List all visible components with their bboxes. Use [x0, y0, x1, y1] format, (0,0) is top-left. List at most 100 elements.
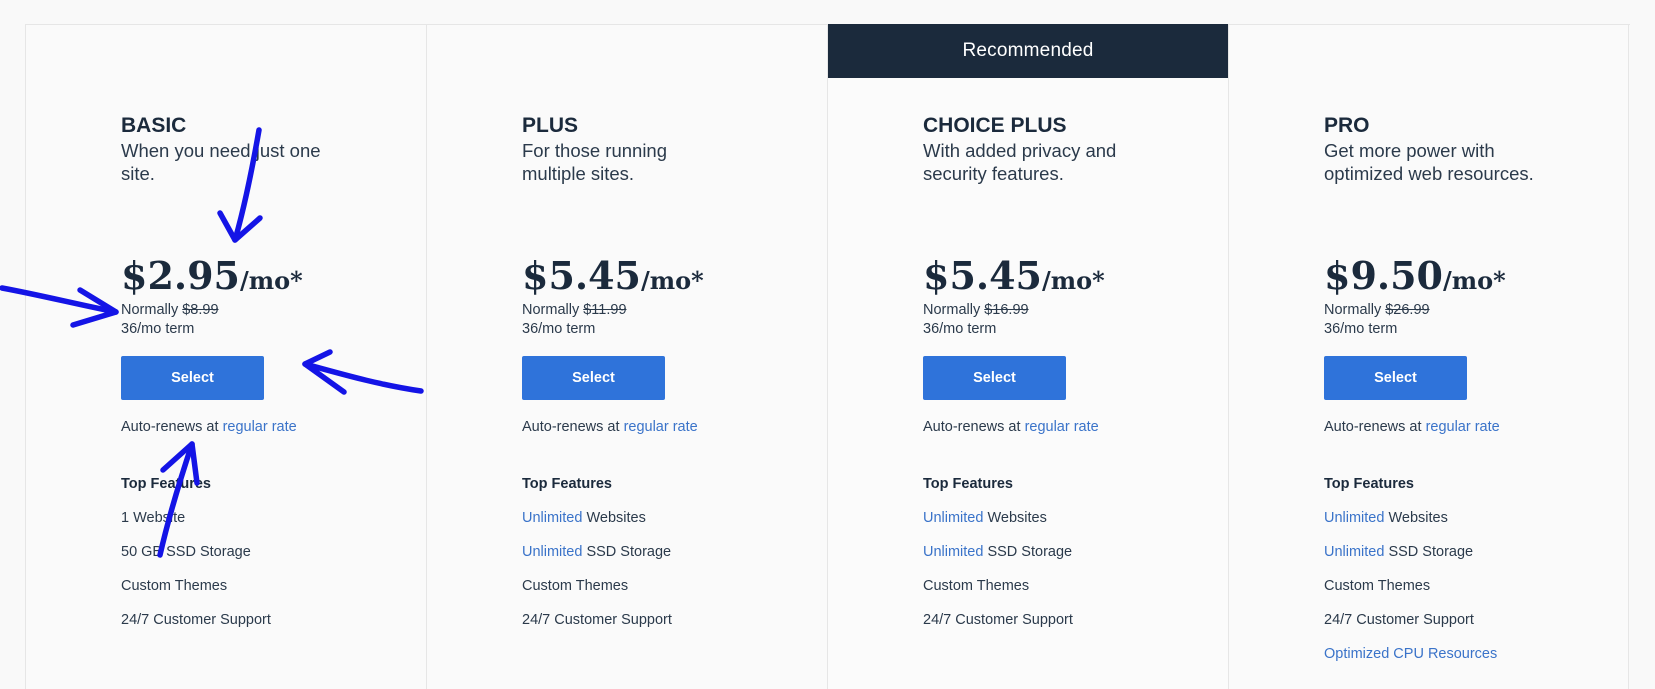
- feature-highlight: Unlimited: [522, 544, 583, 560]
- feature-item: Unlimited Websites: [1324, 508, 1624, 528]
- features-title: Top Features: [923, 476, 1013, 492]
- feature-item: Unlimited SSD Storage: [522, 542, 822, 562]
- normally-price: $16.99: [984, 302, 1029, 318]
- autorenew-text: Auto-renews at: [522, 419, 620, 435]
- normally-label: Normally: [121, 302, 179, 318]
- feature-highlight: Unlimited: [522, 510, 583, 526]
- term-length: 36/mo term: [522, 321, 596, 337]
- plan-price: $9.50/mo*: [1324, 253, 1624, 299]
- term-length: 36/mo term: [121, 321, 195, 337]
- feature-list: Unlimited Websites Unlimited SSD Storage…: [923, 508, 1223, 630]
- plan-name: PRO: [1324, 114, 1370, 137]
- select-button-plus[interactable]: Select: [522, 356, 665, 400]
- feature-text: SSD Storage: [582, 544, 672, 560]
- plan-description: When you need just one site.: [121, 140, 321, 184]
- feature-text: 24/7 Customer Support: [522, 612, 672, 628]
- plan-price: $5.45/mo*: [522, 253, 822, 299]
- autorenew-note: Auto-renews at regular rate: [923, 417, 1223, 437]
- feature-text: Custom Themes: [923, 578, 1030, 594]
- feature-item: 24/7 Customer Support: [121, 610, 421, 630]
- select-button-choice-plus[interactable]: Select: [923, 356, 1066, 400]
- plan-name: CHOICE PLUS: [923, 114, 1067, 137]
- normally-price: $26.99: [1385, 302, 1430, 318]
- feature-item: Unlimited SSD Storage: [923, 542, 1223, 562]
- feature-text: Custom Themes: [121, 578, 228, 594]
- price-unit: /mo*: [240, 266, 303, 295]
- plan-price: $5.45/mo*: [923, 253, 1223, 299]
- autorenew-text: Auto-renews at: [923, 419, 1021, 435]
- regular-rate-link[interactable]: regular rate: [223, 419, 297, 435]
- plan-price: $2.95/mo*: [121, 253, 421, 299]
- feature-text: 24/7 Customer Support: [121, 612, 271, 628]
- price-amount: $9.50: [1324, 253, 1443, 298]
- feature-item: Unlimited SSD Storage: [1324, 542, 1624, 562]
- recommended-ribbon: Recommended: [828, 24, 1228, 78]
- normal-price: Normally $8.99: [121, 301, 421, 320]
- plan-card-plus: PLUS For those running multiple sites. $…: [426, 25, 827, 689]
- feature-text: Custom Themes: [1324, 578, 1431, 594]
- price-amount: $5.45: [522, 253, 641, 298]
- feature-item: Custom Themes: [522, 576, 822, 596]
- feature-text: 24/7 Customer Support: [1324, 612, 1474, 628]
- normally-price: $8.99: [182, 302, 219, 318]
- features-title: Top Features: [121, 476, 211, 492]
- feature-item: 50 GB SSD Storage: [121, 542, 421, 562]
- term-length: 36/mo term: [923, 321, 997, 337]
- regular-rate-link[interactable]: regular rate: [1426, 419, 1500, 435]
- plan-name: PLUS: [522, 114, 579, 137]
- regular-rate-link[interactable]: regular rate: [624, 419, 698, 435]
- feature-item: 24/7 Customer Support: [923, 610, 1223, 630]
- plan-description: With added privacy and security features…: [923, 140, 1117, 184]
- normally-label: Normally: [1324, 302, 1382, 318]
- plan-card-pro: PRO Get more power with optimized web re…: [1228, 25, 1629, 689]
- feature-item: Custom Themes: [923, 576, 1223, 596]
- regular-rate-link[interactable]: regular rate: [1025, 419, 1099, 435]
- plan-description: Get more power with optimized web resour…: [1324, 140, 1534, 184]
- feature-highlight: Unlimited: [923, 510, 984, 526]
- feature-highlight: Unlimited: [1324, 510, 1385, 526]
- features-title: Top Features: [1324, 476, 1414, 492]
- term-length: 36/mo term: [1324, 321, 1398, 337]
- select-button-pro[interactable]: Select: [1324, 356, 1467, 400]
- autorenew-text: Auto-renews at: [121, 419, 219, 435]
- feature-text: Websites: [983, 510, 1047, 526]
- features-title: Top Features: [522, 476, 612, 492]
- plan-card-choice-plus: Recommended CHOICE PLUS With added priva…: [827, 24, 1228, 689]
- price-unit: /mo*: [641, 266, 704, 295]
- feature-item: 24/7 Customer Support: [522, 610, 822, 630]
- feature-item: 1 Website: [121, 508, 421, 528]
- feature-list: 1 Website 50 GB SSD Storage Custom Theme…: [121, 508, 421, 630]
- normal-price: Normally $26.99: [1324, 301, 1624, 320]
- autorenew-note: Auto-renews at regular rate: [121, 417, 421, 437]
- feature-list: Unlimited Websites Unlimited SSD Storage…: [522, 508, 822, 630]
- plan-description: For those running multiple sites.: [522, 140, 668, 184]
- feature-text: Websites: [1384, 510, 1448, 526]
- feature-list: Unlimited Websites Unlimited SSD Storage…: [1324, 508, 1624, 664]
- feature-text: 1 Website: [121, 510, 186, 526]
- feature-text: Custom Themes: [522, 578, 629, 594]
- normally-label: Normally: [923, 302, 981, 318]
- feature-text: 24/7 Customer Support: [923, 612, 1073, 628]
- select-button-basic[interactable]: Select: [121, 356, 264, 400]
- autorenew-note: Auto-renews at regular rate: [522, 417, 822, 437]
- plan-card-basic: BASIC When you need just one site. $2.95…: [25, 25, 426, 689]
- autorenew-text: Auto-renews at: [1324, 419, 1422, 435]
- price-unit: /mo*: [1042, 266, 1105, 295]
- normally-label: Normally: [522, 302, 580, 318]
- feature-text: Websites: [582, 510, 646, 526]
- plan-name: BASIC: [121, 114, 187, 137]
- feature-item: Custom Themes: [121, 576, 421, 596]
- price-amount: $5.45: [923, 253, 1042, 298]
- feature-highlight: Unlimited: [1324, 544, 1385, 560]
- pricing-page: BASIC When you need just one site. $2.95…: [0, 0, 1655, 689]
- feature-highlight: Optimized CPU Resources: [1324, 646, 1498, 662]
- feature-highlight: Unlimited: [923, 544, 984, 560]
- feature-text: 50 GB SSD Storage: [121, 544, 251, 560]
- feature-item: 24/7 Customer Support: [1324, 610, 1624, 630]
- autorenew-note: Auto-renews at regular rate: [1324, 417, 1624, 437]
- normal-price: Normally $16.99: [923, 301, 1223, 320]
- feature-text: SSD Storage: [1384, 544, 1474, 560]
- pricing-grid: BASIC When you need just one site. $2.95…: [25, 24, 1630, 689]
- feature-item: Unlimited Websites: [522, 508, 822, 528]
- price-amount: $2.95: [121, 253, 240, 298]
